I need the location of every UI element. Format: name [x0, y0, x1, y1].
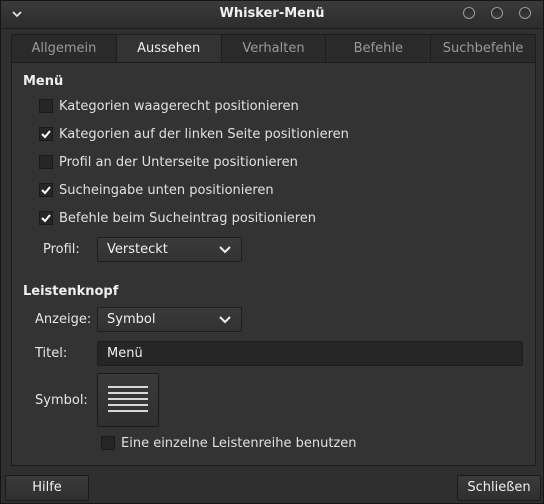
tab-allgemein[interactable]: Allgemein — [12, 35, 117, 62]
option-single-row[interactable]: Eine einzelne Leistenreihe benutzen — [101, 434, 357, 452]
titlebar: Whisker-Menü — [1, 1, 543, 29]
option-commands-search[interactable]: Befehle beim Sucheintrag positionieren — [39, 209, 316, 227]
title-field[interactable] — [97, 341, 523, 366]
display-dropdown-value: Symbol — [107, 312, 156, 327]
checkbox[interactable] — [101, 436, 115, 450]
checkmark-icon — [41, 130, 51, 139]
option-label: Befehle beim Sucheintrag positionieren — [59, 210, 317, 226]
option-categories-left[interactable]: Kategorien auf der linken Seite position… — [39, 125, 349, 143]
title-label: Titel: — [35, 346, 68, 361]
close-window-button[interactable] — [519, 7, 531, 19]
help-button[interactable]: Hilfe — [5, 475, 89, 501]
symbol-label: Symbol: — [35, 393, 88, 408]
checkmark-icon — [41, 214, 51, 223]
chevron-down-icon — [219, 316, 231, 324]
minimize-button[interactable] — [463, 7, 475, 19]
option-label: Kategorien auf der linken Seite position… — [59, 126, 349, 142]
option-search-bottom[interactable]: Sucheingabe unten positionieren — [39, 181, 274, 199]
checkbox-checked[interactable] — [39, 183, 53, 197]
checkmark-icon — [41, 186, 51, 195]
checkbox[interactable] — [39, 99, 53, 113]
option-categories-horizontal[interactable]: Kategorien waagerecht positionieren — [39, 97, 299, 115]
profile-dropdown[interactable]: Versteckt — [97, 237, 242, 262]
tab-bar: Allgemein Aussehen Verhalten Befehle Suc… — [11, 34, 536, 62]
display-dropdown[interactable]: Symbol — [97, 307, 242, 332]
menu-section-title: Menü — [23, 74, 64, 89]
tab-aussehen[interactable]: Aussehen — [116, 35, 222, 62]
settings-window: Whisker-Menü Allgemein Aussehen Verhalte… — [0, 0, 544, 504]
tab-verhalten[interactable]: Verhalten — [222, 35, 327, 62]
appearance-panel — [11, 62, 536, 466]
checkbox[interactable] — [39, 155, 53, 169]
symbol-chooser-button[interactable] — [97, 373, 159, 427]
menu-lines-icon — [108, 386, 148, 412]
window-title: Whisker-Menü — [219, 6, 325, 21]
checkbox-checked[interactable] — [39, 127, 53, 141]
option-label: Profil an der Unterseite positionieren — [59, 154, 298, 170]
profile-dropdown-value: Versteckt — [107, 242, 168, 257]
option-label: Eine einzelne Leistenreihe benutzen — [121, 435, 357, 451]
title-input[interactable] — [98, 342, 522, 365]
display-label: Anzeige: — [35, 312, 92, 327]
chevron-down-icon — [219, 246, 231, 254]
option-label: Sucheingabe unten positionieren — [59, 182, 274, 198]
tab-befehle[interactable]: Befehle — [326, 35, 432, 62]
profile-label: Profil: — [43, 242, 80, 257]
panel-button-section-title: Leistenknopf — [23, 284, 119, 299]
option-profile-bottom[interactable]: Profil an der Unterseite positionieren — [39, 153, 298, 171]
tab-suchbefehle[interactable]: Suchbefehle — [431, 35, 535, 62]
maximize-button[interactable] — [491, 7, 503, 19]
checkbox-checked[interactable] — [39, 211, 53, 225]
close-button[interactable]: Schließen — [457, 475, 541, 501]
option-label: Kategorien waagerecht positionieren — [59, 98, 299, 114]
